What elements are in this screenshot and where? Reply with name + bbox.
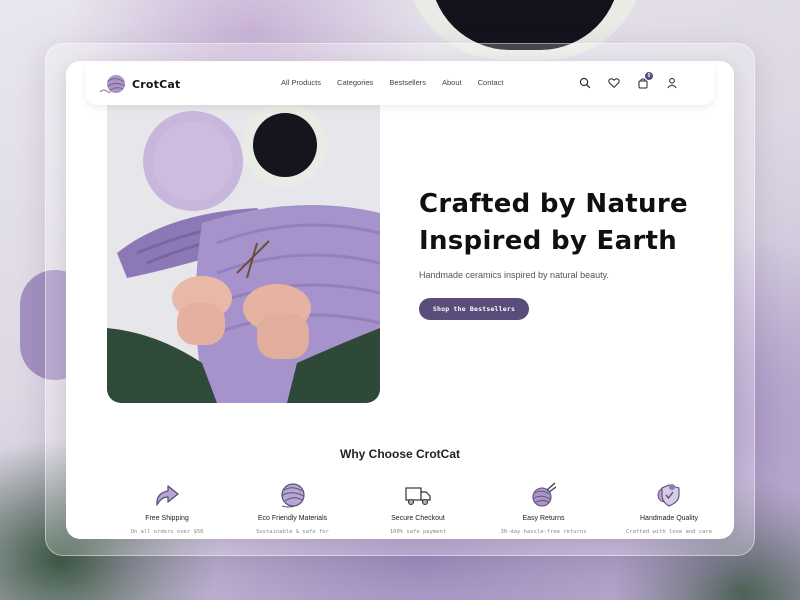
- nav-links: All Products Categories Bestsellers Abou…: [281, 78, 503, 87]
- nav-icons: 0: [579, 72, 678, 89]
- feature-desc: Sustainable & safe for: [256, 529, 329, 535]
- feature-title: Easy Returns: [522, 515, 565, 522]
- delivery-truck-icon: [403, 481, 433, 509]
- feature-title: Secure Checkout: [391, 515, 445, 522]
- feature-desc: On all orders over $50: [130, 529, 204, 535]
- hero-title: Crafted by Nature Inspired by Earth: [419, 186, 719, 260]
- navbar: CrotCat All Products Categories Bestsell…: [86, 63, 714, 105]
- search-icon[interactable]: [579, 77, 591, 89]
- cart-icon[interactable]: 0: [637, 72, 653, 89]
- logo[interactable]: CrotCat: [98, 72, 180, 96]
- feature-eco-materials: Eco Friendly Materials Sustainable & saf…: [234, 481, 352, 535]
- nav-link-all-products[interactable]: All Products: [281, 78, 321, 87]
- features-row: Free Shipping On all orders over $50 Eco…: [108, 481, 728, 535]
- feature-desc: 100% safe payment: [389, 529, 447, 535]
- feature-desc: Crafted with love and care: [625, 529, 713, 535]
- shop-bestsellers-button[interactable]: Shop the Bestsellers: [419, 298, 529, 320]
- feature-title: Free Shipping: [145, 515, 189, 522]
- yarn-ball-icon: [278, 481, 308, 509]
- cart-count-badge: 0: [645, 72, 653, 80]
- yarn-ball-logo-icon: [99, 75, 126, 94]
- feature-secure-checkout: Secure Checkout 100% safe payment: [359, 481, 477, 535]
- logo-text: CrotCat: [132, 77, 181, 91]
- nav-link-bestsellers[interactable]: Bestsellers: [389, 78, 426, 87]
- feature-handmade-quality: Handmade Quality Crafted with love and c…: [610, 481, 728, 535]
- hero-subtitle: Handmade ceramics inspired by natural be…: [419, 270, 609, 280]
- nav-link-categories[interactable]: Categories: [337, 78, 373, 87]
- feature-desc: 30-day hassle-free returns: [500, 529, 587, 535]
- hero-image: [107, 103, 380, 403]
- yarn-needles-icon: [529, 481, 559, 509]
- return-arrow-icon: [152, 481, 182, 509]
- feature-title: Eco Friendly Materials: [257, 515, 328, 522]
- feature-title: Handmade Quality: [640, 515, 698, 522]
- knitting-photo: [107, 103, 380, 403]
- page-card: CrotCat All Products Categories Bestsell…: [66, 61, 734, 539]
- hero-title-line2: Inspired by Earth: [419, 226, 678, 256]
- feature-easy-returns: Easy Returns 30-day hassle-free returns: [485, 481, 603, 535]
- user-icon[interactable]: [666, 77, 678, 89]
- feature-free-shipping: Free Shipping On all orders over $50: [108, 481, 226, 535]
- hero-title-line1: Crafted by Nature: [419, 189, 688, 219]
- heart-icon[interactable]: [608, 77, 620, 89]
- shield-check-icon: [654, 481, 684, 509]
- nav-link-about[interactable]: About: [442, 78, 462, 87]
- why-heading: Why Choose CrotCat: [340, 447, 460, 461]
- nav-link-contact[interactable]: Contact: [478, 78, 504, 87]
